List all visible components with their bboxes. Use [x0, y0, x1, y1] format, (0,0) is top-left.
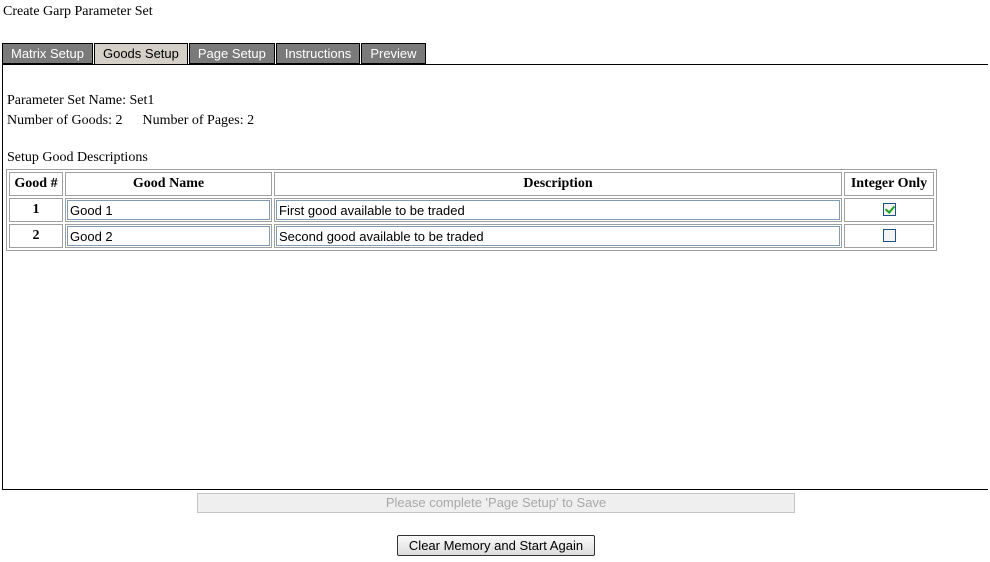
- good-name-cell: [65, 198, 272, 222]
- section-label: Setup Good Descriptions: [7, 150, 148, 165]
- number-of-pages: Number of Pages: 2: [142, 113, 255, 128]
- tab-instructions[interactable]: Instructions: [275, 43, 361, 64]
- goods-setup-panel: Parameter Set Name: Set1 Number of Goods…: [2, 64, 988, 490]
- good-number-cell: 2: [9, 224, 63, 248]
- description-input[interactable]: [276, 200, 840, 220]
- tab-preview[interactable]: Preview: [361, 43, 426, 64]
- table-row: 2: [9, 224, 934, 248]
- good-name-cell: [65, 224, 272, 248]
- description-input[interactable]: [276, 226, 840, 246]
- save-button[interactable]: Please complete 'Page Setup' to Save: [197, 493, 795, 513]
- counts-line: Number of Goods: 2 Number of Pages: 2: [7, 111, 254, 131]
- tab-goods-setup[interactable]: Goods Setup: [93, 43, 188, 65]
- integer-only-checkbox[interactable]: [882, 203, 896, 217]
- good-name-input[interactable]: [67, 200, 270, 220]
- description-cell: [274, 198, 842, 222]
- parameter-info: Parameter Set Name: Set1 Number of Goods…: [7, 91, 254, 131]
- page-title: Create Garp Parameter Set: [3, 4, 153, 19]
- table-row: 1: [9, 198, 934, 222]
- column-header-description: Description: [274, 172, 842, 196]
- tab-page-setup[interactable]: Page Setup: [188, 43, 275, 64]
- integer-only-cell: [844, 224, 934, 248]
- column-header-good-name: Good Name: [65, 172, 272, 196]
- table-header-row: Good # Good Name Description Integer Onl…: [9, 172, 934, 196]
- good-number-cell: 1: [9, 198, 63, 222]
- description-cell: [274, 224, 842, 248]
- integer-only-cell: [844, 198, 934, 222]
- good-name-input[interactable]: [67, 226, 270, 246]
- number-of-goods: Number of Goods: 2: [7, 113, 123, 128]
- clear-memory-button[interactable]: Clear Memory and Start Again: [397, 535, 595, 556]
- tab-matrix-setup[interactable]: Matrix Setup: [2, 43, 93, 64]
- column-header-integer-only: Integer Only: [844, 172, 934, 196]
- column-header-good-number: Good #: [9, 172, 63, 196]
- tab-bar: Matrix Setup Goods Setup Page Setup Inst…: [2, 43, 427, 65]
- goods-table: Good # Good Name Description Integer Onl…: [6, 169, 937, 251]
- parameter-set-name: Parameter Set Name: Set1: [7, 93, 155, 108]
- integer-only-checkbox[interactable]: [882, 229, 896, 243]
